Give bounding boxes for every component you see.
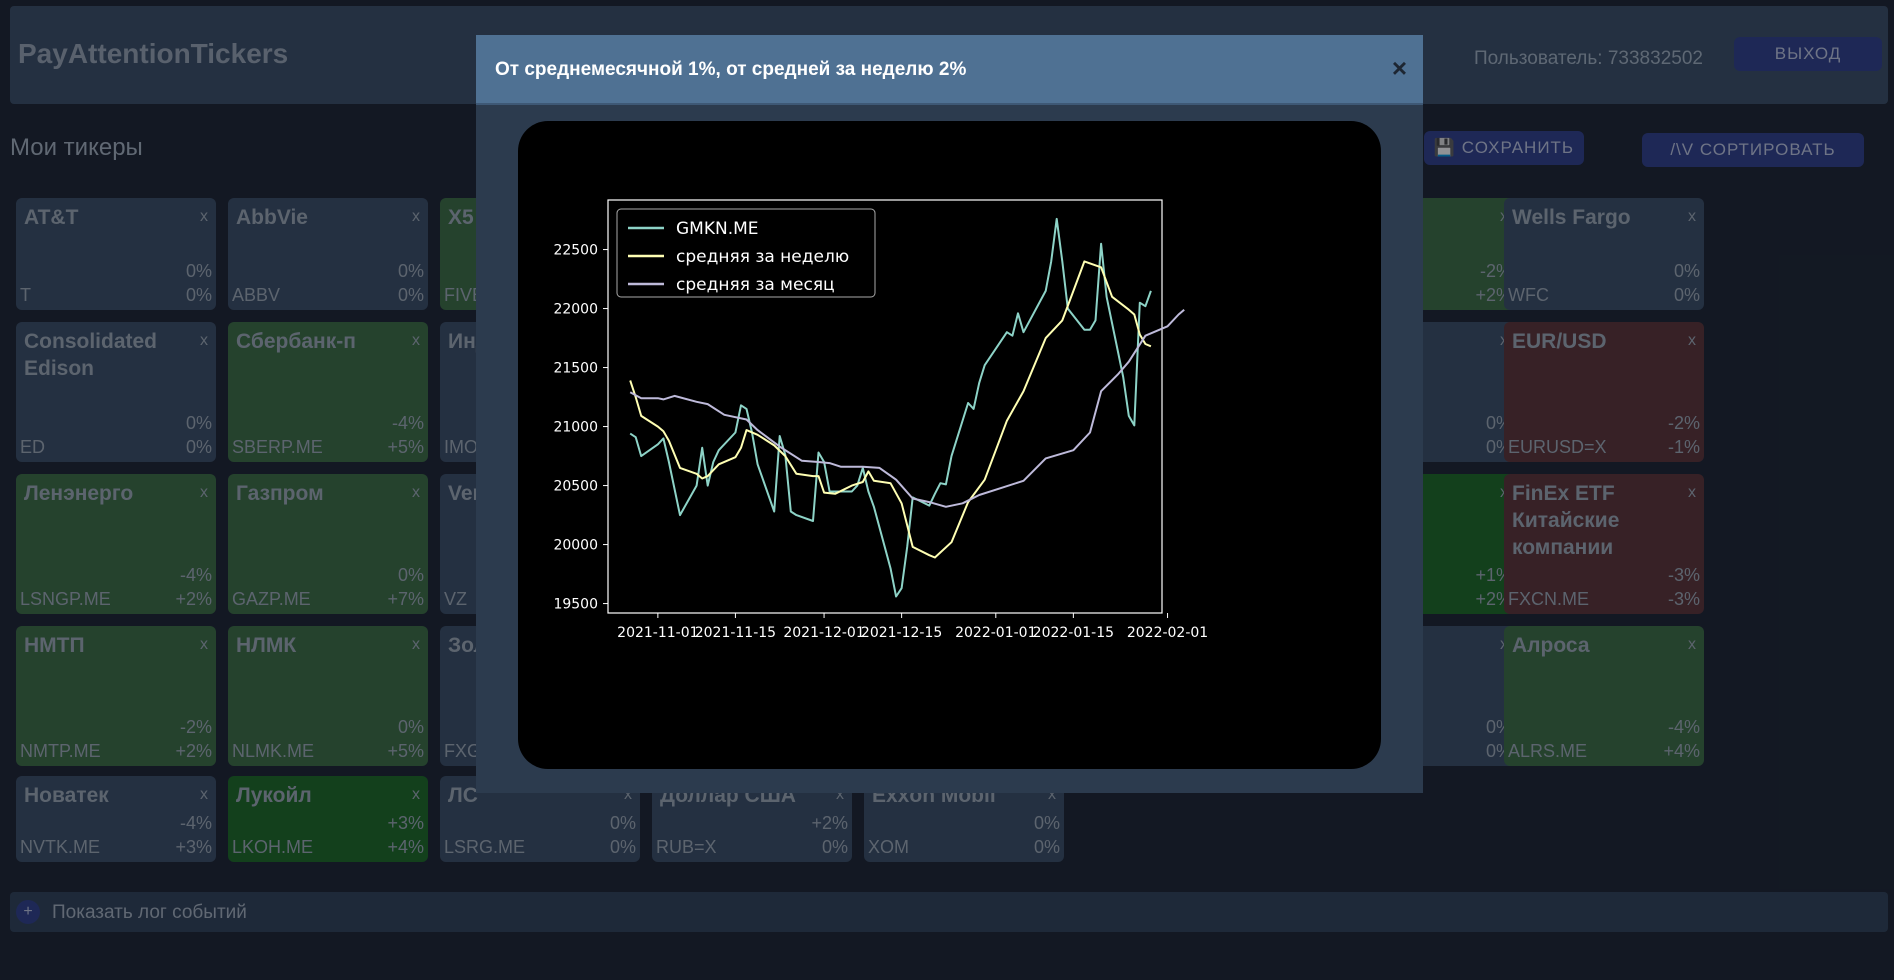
x-tick-label: 2021-12-15 <box>861 625 942 641</box>
series-line-2 <box>629 260 1152 559</box>
close-icon[interactable]: × <box>1392 53 1407 84</box>
series-line-3 <box>629 308 1185 508</box>
y-tick-label: 22000 <box>553 302 598 318</box>
x-tick-label: 2021-12-01 <box>783 625 864 641</box>
y-tick-label: 21000 <box>553 420 598 436</box>
legend-label: средняя за неделю <box>676 247 849 267</box>
chart-container: 19500 20000 20500 21000 21500 22000 22500 2021-… <box>518 121 1381 769</box>
x-tick-label: 2022-01-15 <box>1033 625 1114 641</box>
x-tick-label: 2021-11-15 <box>695 625 776 641</box>
y-tick-label: 21500 <box>553 361 598 377</box>
x-tick-label: 2021-11-01 <box>617 625 698 641</box>
legend-label: средняя за месяц <box>676 275 835 295</box>
legend-label: GMKN.ME <box>676 219 759 239</box>
modal-title: От среднемесячной 1%, от средней за неде… <box>495 59 967 80</box>
y-tick-label: 22500 <box>553 243 598 259</box>
y-tick-label: 20000 <box>553 538 598 554</box>
chart-modal: От среднемесячной 1%, от средней за неде… <box>476 35 1423 793</box>
x-tick-label: 2022-02-01 <box>1127 625 1208 641</box>
y-tick-label: 20500 <box>553 479 598 495</box>
price-chart: 19500 20000 20500 21000 21500 22000 22500 2021-… <box>553 199 1208 641</box>
y-tick-label: 19500 <box>553 597 598 613</box>
modal-header: От среднемесячной 1%, от средней за неде… <box>476 35 1423 105</box>
x-tick-label: 2022-01-01 <box>955 625 1036 641</box>
